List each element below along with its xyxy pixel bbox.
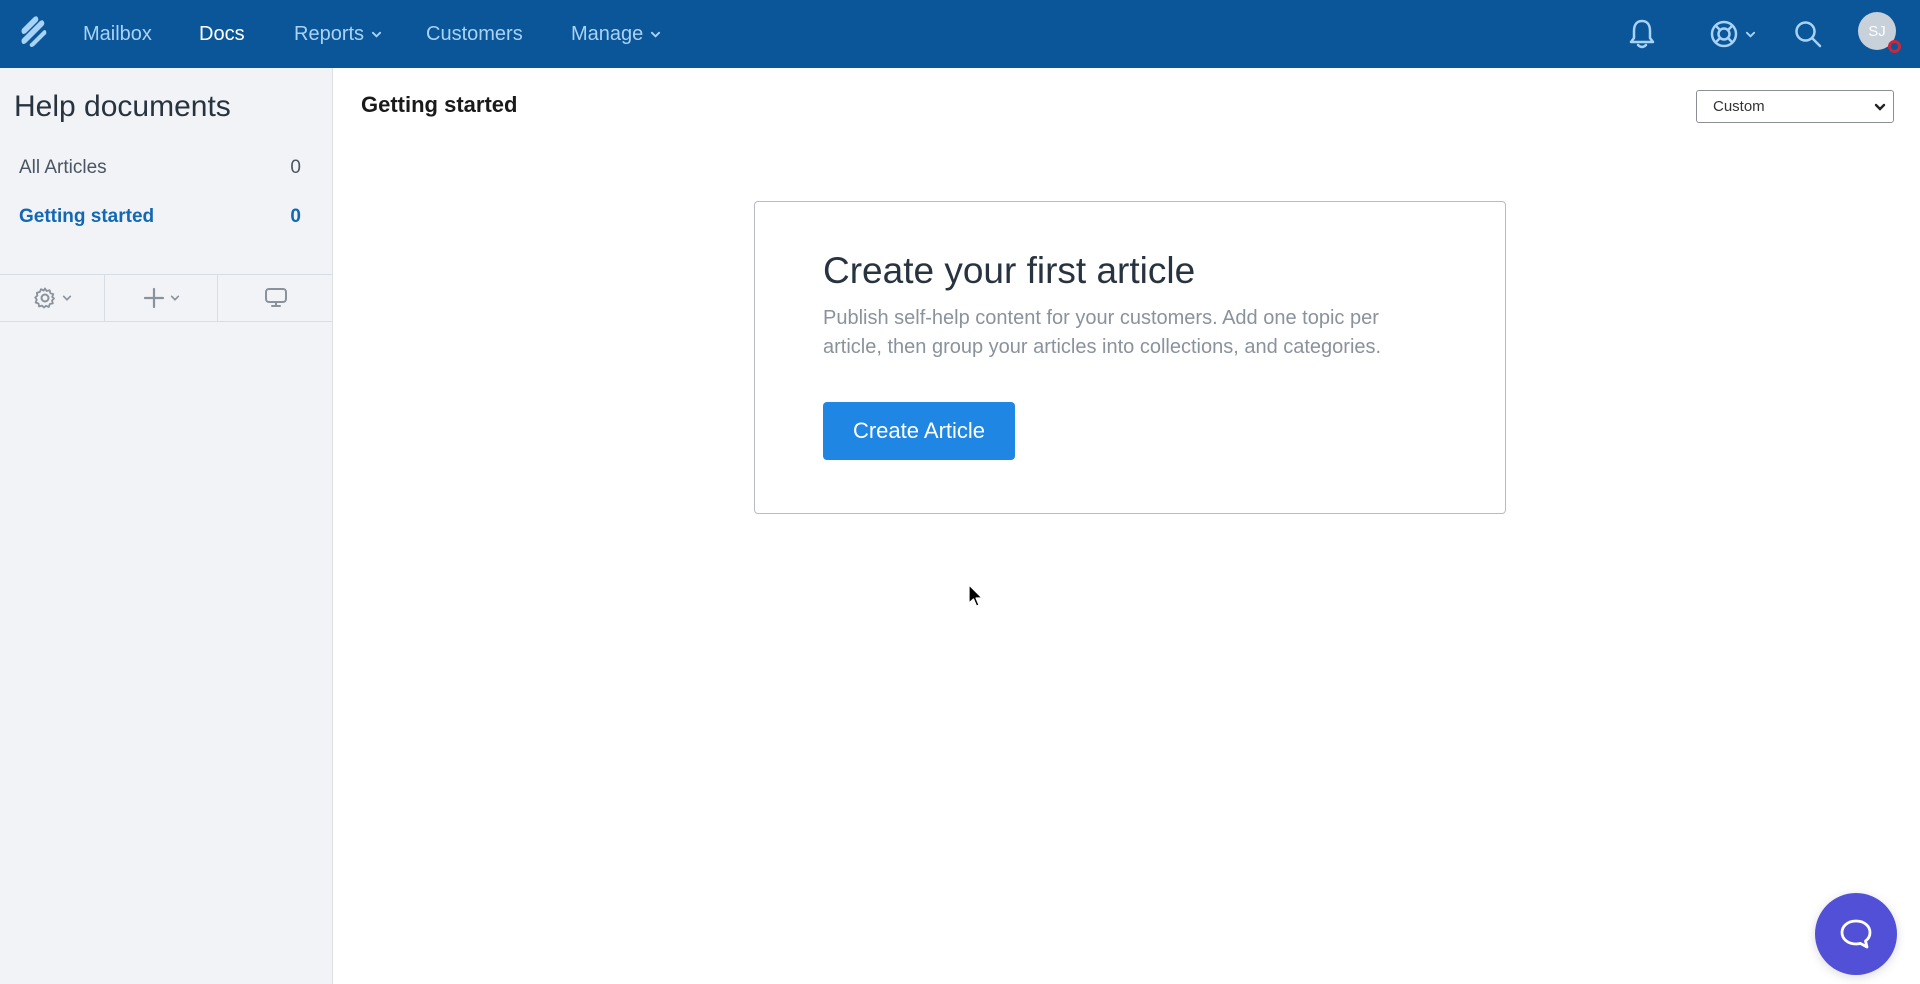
- lifebuoy-icon: [1710, 20, 1738, 48]
- search-button[interactable]: [1793, 16, 1823, 52]
- sidebar-toolbar: [0, 274, 333, 322]
- sidebar: Help documents All Articles 0 Getting st…: [0, 68, 333, 984]
- mouse-cursor-icon: [968, 584, 983, 607]
- nav-manage-label: Manage: [571, 22, 644, 45]
- sidebar-item-getting-started[interactable]: Getting started 0: [19, 202, 301, 232]
- empty-state-card: Create your first article Publish self-h…: [754, 201, 1506, 514]
- search-icon: [1795, 21, 1822, 48]
- notifications-button[interactable]: [1627, 16, 1657, 52]
- gear-icon: [33, 287, 55, 309]
- top-navigation-bar: Mailbox Docs Reports Customers Manage SJ: [0, 0, 1920, 68]
- chevron-down-icon: [62, 295, 71, 301]
- nav-reports[interactable]: Reports: [294, 0, 382, 68]
- sidebar-item-all-articles[interactable]: All Articles 0: [19, 153, 301, 183]
- view-select-value: Custom: [1713, 98, 1765, 115]
- plus-icon: [143, 287, 164, 309]
- sidebar-item-label: Getting started: [19, 206, 155, 227]
- sidebar-item-count: 0: [290, 157, 301, 178]
- help-menu-button[interactable]: [1709, 16, 1756, 52]
- nav-customers-label: Customers: [426, 22, 523, 45]
- sidebar-title: Help documents: [14, 90, 231, 123]
- chat-beacon-button[interactable]: [1815, 893, 1897, 975]
- nav-reports-label: Reports: [294, 22, 365, 45]
- empty-state-description: Publish self-help content for your custo…: [823, 307, 1382, 358]
- helpscout-logo-icon[interactable]: [18, 15, 50, 49]
- settings-dropdown-button[interactable]: [0, 275, 105, 321]
- chevron-down-icon: [1874, 103, 1886, 111]
- status-indicator: [1888, 40, 1901, 53]
- nav-docs-label: Docs: [199, 22, 245, 45]
- nav-customers[interactable]: Customers: [426, 0, 523, 68]
- page-title: Getting started: [361, 92, 518, 117]
- nav-mailbox-label: Mailbox: [83, 22, 152, 45]
- view-select-dropdown[interactable]: Custom: [1696, 90, 1894, 123]
- create-article-button[interactable]: Create Article: [823, 402, 1015, 460]
- nav-docs[interactable]: Docs: [199, 0, 245, 68]
- empty-state-title: Create your first article: [823, 250, 1196, 291]
- add-dropdown-button[interactable]: [105, 275, 218, 321]
- chat-bubble-icon: [1840, 919, 1872, 949]
- bell-icon: [1629, 19, 1655, 49]
- nav-mailbox[interactable]: Mailbox: [83, 0, 152, 68]
- avatar-initials: SJ: [1868, 22, 1886, 40]
- chevron-down-icon: [371, 31, 382, 38]
- sidebar-item-label: All Articles: [19, 157, 107, 178]
- sidebar-item-count: 0: [290, 206, 301, 227]
- chevron-down-icon: [651, 31, 661, 38]
- nav-manage[interactable]: Manage: [571, 0, 661, 68]
- monitor-icon: [264, 288, 287, 307]
- preview-site-button[interactable]: [218, 275, 333, 321]
- chevron-down-icon: [1745, 31, 1756, 38]
- chevron-down-icon: [170, 295, 179, 301]
